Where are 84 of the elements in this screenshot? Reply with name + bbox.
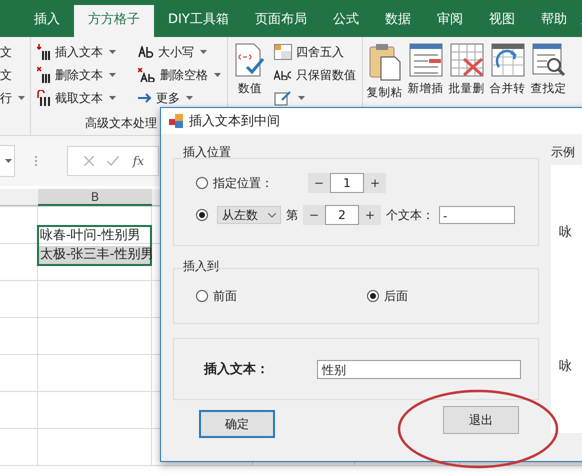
separator-field[interactable]: -: [439, 206, 515, 224]
caret-icon: [18, 96, 25, 100]
caret-icon: [109, 73, 116, 77]
example-text: 咏: [559, 358, 573, 375]
radio-button[interactable]: [196, 290, 208, 302]
ribbon-tab[interactable]: 视图: [476, 5, 527, 37]
dialog-button[interactable]: 确定: [199, 410, 275, 438]
ribbon-item[interactable]: 截取文本: [55, 90, 103, 106]
ribbon-item[interactable]: 文: [0, 66, 12, 84]
group-title: 示例: [551, 144, 576, 161]
insert-row-icon: [408, 43, 442, 77]
arrow-icon: [138, 93, 152, 103]
caret-icon: [186, 96, 193, 100]
ribbon-tab[interactable]: 插入: [22, 5, 72, 37]
ribbon-item[interactable]: 只保留数值: [296, 66, 356, 84]
decrement-button[interactable]: −: [303, 208, 325, 222]
dialog-button[interactable]: 退出: [443, 406, 519, 434]
ribbon-item[interactable]: 文: [0, 43, 12, 61]
column-header[interactable]: B: [38, 189, 152, 206]
clipboard-icon: [368, 43, 400, 81]
ribbon-button[interactable]: 批量删: [448, 81, 484, 96]
ribbon-item[interactable]: 四舍五入: [296, 44, 344, 60]
case-icon: [138, 46, 154, 58]
radio-label: 后面: [384, 288, 408, 304]
ribbon-item[interactable]: 大小写: [158, 44, 194, 60]
number-field[interactable]: 1: [330, 173, 364, 193]
merge-icon: [490, 43, 524, 77]
ribbon-item[interactable]: 更多: [156, 90, 180, 106]
ribbon-item[interactable]: 删除文本: [55, 66, 103, 84]
increment-button[interactable]: +: [364, 176, 386, 190]
edit-icon[interactable]: [274, 90, 292, 106]
group-label: 高级文本处理: [85, 115, 157, 132]
ribbon-tab[interactable]: 页面布局: [242, 5, 319, 37]
ribbon-button[interactable]: 复制粘: [366, 85, 402, 100]
ribbon-tab[interactable]: 数据: [372, 5, 423, 37]
text-field[interactable]: 性别: [317, 360, 521, 378]
suffix-label: 个文本：: [386, 206, 434, 224]
group-title: 插入位置: [183, 145, 231, 159]
caret-icon: [214, 73, 221, 77]
delete-space-icon: [138, 68, 156, 82]
caret-icon: [4, 159, 12, 163]
ribbon-button[interactable]: 合并转: [490, 81, 526, 96]
caret-icon: [109, 96, 116, 100]
window-title: 插入文本到中间: [189, 113, 280, 130]
radio-button[interactable]: [196, 209, 208, 221]
delete-text-icon: [37, 67, 51, 83]
ribbon-item[interactable]: 行: [0, 89, 25, 107]
ribbon-item[interactable]: 删除空格: [160, 66, 208, 84]
field-label: 插入文本：: [204, 360, 269, 378]
ribbon-button[interactable]: 数值: [238, 81, 262, 96]
ribbon-tab[interactable]: 审阅: [424, 5, 475, 37]
ribbon-item[interactable]: 插入文本: [55, 44, 103, 60]
caret-icon: [200, 50, 207, 54]
ribbon-tab[interactable]: 方方格子: [74, 5, 154, 37]
table-icon: [274, 44, 292, 60]
decrement-button[interactable]: −: [308, 176, 330, 190]
prefix-label: 第: [286, 206, 298, 224]
grid-delete-icon: [450, 43, 484, 77]
example-text: 咏: [559, 224, 573, 241]
insert-text-icon: [37, 44, 51, 60]
caret-icon: [298, 96, 305, 100]
ribbon-button[interactable]: 查找定: [530, 81, 566, 96]
app-icon: [169, 114, 183, 128]
radio-button[interactable]: [196, 177, 208, 189]
ribbon-tab[interactable]: DIY工具箱: [156, 5, 241, 37]
chevron-icon: [268, 212, 276, 218]
number-field[interactable]: 2: [325, 205, 359, 225]
ribbon-tab[interactable]: 公式: [320, 5, 371, 37]
increment-button[interactable]: +: [359, 208, 381, 222]
name-box-dropdown[interactable]: [0, 145, 15, 177]
find-icon: [532, 43, 566, 77]
number-check-icon: [235, 43, 265, 77]
radio-label: 指定位置：: [213, 174, 274, 192]
abc-icon: [274, 70, 292, 80]
insert-function-button[interactable]: fx: [132, 154, 144, 168]
radio-label: 前面: [213, 288, 237, 304]
table-cell[interactable]: 咏春-叶问-性别男: [39, 227, 150, 246]
cut-text-icon: [37, 90, 51, 106]
caret-icon: [109, 50, 116, 54]
direction-dropdown[interactable]: 从左数: [217, 206, 281, 224]
check-icon[interactable]: [107, 156, 120, 166]
radio-button[interactable]: [367, 290, 379, 302]
ribbon-tab[interactable]: 帮助: [528, 5, 579, 37]
ribbon-button[interactable]: 新增插: [408, 81, 444, 96]
